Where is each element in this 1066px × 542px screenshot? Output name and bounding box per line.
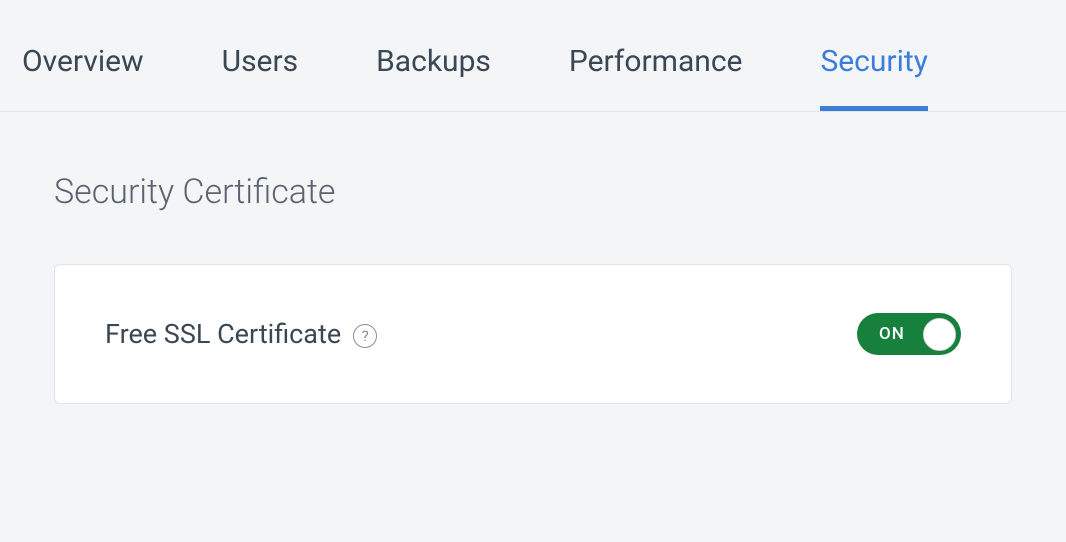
- tab-overview[interactable]: Overview: [22, 44, 144, 111]
- ssl-toggle[interactable]: ON: [857, 313, 961, 355]
- tab-performance[interactable]: Performance: [569, 44, 743, 111]
- toggle-knob: [923, 318, 956, 351]
- toggle-state-label: ON: [879, 324, 905, 344]
- help-icon[interactable]: ?: [353, 324, 377, 348]
- section-title: Security Certificate: [54, 172, 1012, 212]
- tab-backups[interactable]: Backups: [376, 44, 491, 111]
- tab-security[interactable]: Security: [820, 44, 927, 111]
- card-left: Free SSL Certificate ?: [105, 318, 377, 350]
- tabs-container: Overview Users Backups Performance Secur…: [0, 0, 1066, 112]
- content-area: Security Certificate Free SSL Certificat…: [0, 112, 1066, 404]
- tab-users[interactable]: Users: [222, 44, 299, 111]
- ssl-certificate-label: Free SSL Certificate: [105, 318, 341, 350]
- ssl-certificate-card: Free SSL Certificate ? ON: [54, 264, 1012, 404]
